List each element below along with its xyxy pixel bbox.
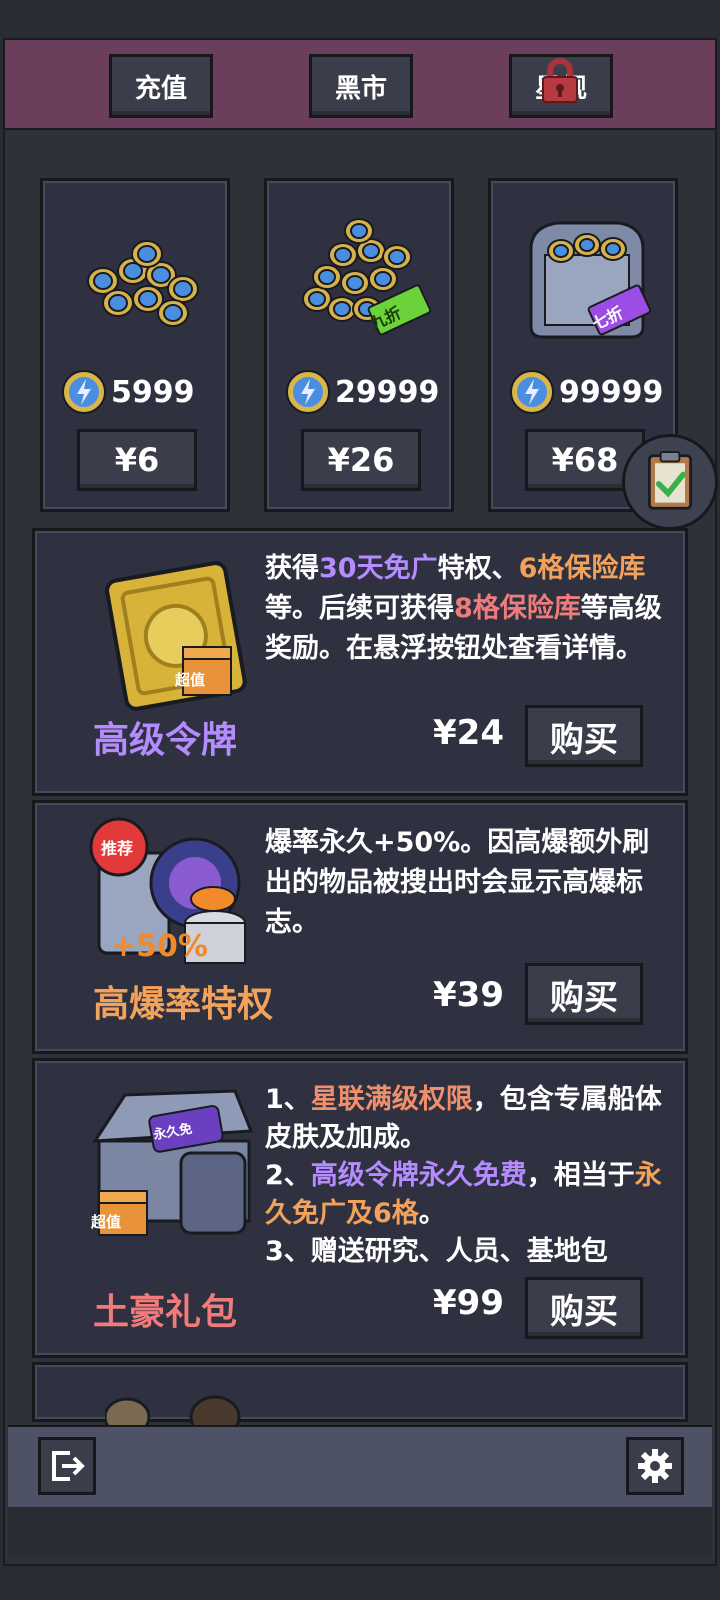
value-badge: 超值 bbox=[175, 671, 206, 689]
offer-title: 土豪礼包 bbox=[93, 1292, 238, 1333]
energy-coin-icon bbox=[62, 370, 106, 414]
tab-black-market[interactable]: 黑市 bbox=[309, 54, 413, 118]
buy-button[interactable]: 购买 bbox=[525, 705, 643, 767]
tab-recharge[interactable]: 充值 bbox=[109, 54, 213, 118]
energy-coin-icon bbox=[286, 370, 330, 414]
offer-description: 爆率永久+50%。因高爆额外刷出的物品被搜出时会显示高爆标志。 bbox=[265, 827, 650, 938]
package-price-button[interactable]: ¥6 bbox=[77, 429, 197, 491]
coin-amount: 5999 bbox=[61, 367, 221, 417]
bottom-spacer bbox=[8, 1507, 712, 1557]
coin-pile-art bbox=[87, 240, 199, 327]
drop-rate-bonus-label: +50% bbox=[111, 929, 208, 964]
settings-button[interactable] bbox=[626, 1437, 684, 1495]
recommend-badge: 推荐 bbox=[101, 839, 134, 858]
buy-button[interactable]: 购买 bbox=[525, 1277, 643, 1339]
energy-coin-icon bbox=[510, 370, 554, 414]
offer-title: 高级令牌 bbox=[93, 720, 238, 761]
coin-case-art bbox=[529, 221, 652, 339]
coin-package-small[interactable]: 5999 ¥6 bbox=[40, 178, 230, 512]
offer-high-drop-rate: 推荐 +50% 爆率永久+50%。因高爆额外刷出的物品被搜出时会显示高爆标志。 … bbox=[32, 800, 688, 1054]
offer-description: 1、星联满级权限，包含专属船体皮肤及加成。 2、高级令牌永久免费，相当于永久免广… bbox=[265, 1084, 662, 1267]
exit-icon bbox=[52, 1451, 85, 1481]
gear-icon bbox=[638, 1449, 672, 1483]
offer-next-partial bbox=[32, 1362, 688, 1425]
offer-tycoon-pack: 永久免 超值 1、星联满级权限，包含专属船体皮肤及加成。 2、高级令牌永久免费，… bbox=[32, 1058, 688, 1358]
partial-offer-art bbox=[105, 1395, 241, 1425]
coin-package-medium[interactable]: 九折 29999 ¥26 bbox=[264, 178, 454, 512]
value-badge: 超值 bbox=[91, 1213, 122, 1231]
premium-token-art bbox=[105, 561, 247, 711]
coin-amount: 29999 bbox=[285, 367, 445, 417]
top-tab-bar: 充值 黑市 星舰 bbox=[3, 38, 717, 130]
offer-price: ¥39 bbox=[433, 975, 504, 1015]
coin-amount: 99999 bbox=[509, 367, 669, 417]
exit-button[interactable] bbox=[38, 1437, 96, 1495]
buy-button[interactable]: 购买 bbox=[525, 963, 643, 1025]
offer-price: ¥24 bbox=[433, 713, 504, 753]
offer-premium-token: 超值 获得30天免广特权、6格保险库等。后续可获得8格保险库等高级奖励。在悬浮按… bbox=[32, 528, 688, 796]
lock-icon bbox=[542, 58, 578, 103]
coin-amount-value: 29999 bbox=[335, 374, 440, 410]
coin-amount-value: 99999 bbox=[559, 374, 664, 410]
package-price-button[interactable]: ¥26 bbox=[301, 429, 421, 491]
task-clipboard-button[interactable] bbox=[622, 434, 718, 530]
offer-price: ¥99 bbox=[433, 1283, 504, 1323]
offer-description: 获得30天免广特权、6格保险库等。后续可获得8格保险库等高级奖励。在悬浮按钮处查… bbox=[265, 553, 662, 664]
clipboard-check-icon bbox=[647, 451, 693, 510]
coin-amount-value: 5999 bbox=[111, 374, 195, 410]
bottom-toolbar bbox=[8, 1425, 712, 1507]
offer-title: 高爆率特权 bbox=[93, 984, 274, 1025]
coin-heap-art bbox=[302, 218, 432, 336]
